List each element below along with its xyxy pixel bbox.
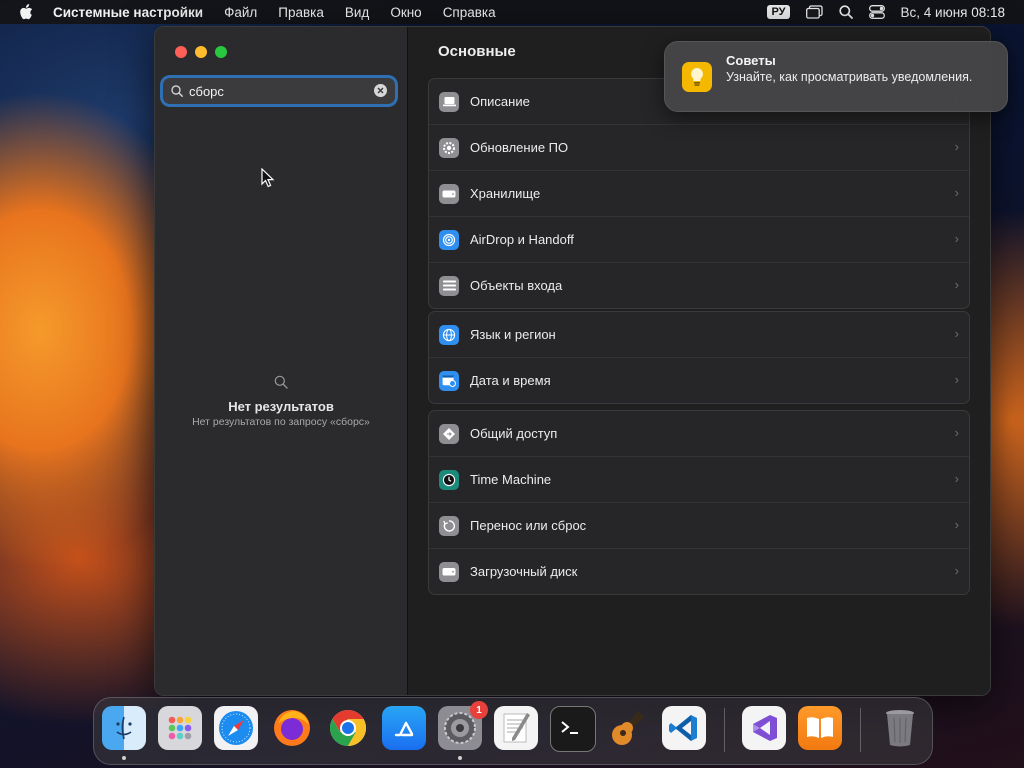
safari-icon[interactable] [214,706,258,750]
control-center-icon[interactable] [868,5,885,19]
row-label: Объекты входа [470,278,563,293]
notification-body: Узнайте, как просматривать уведомления. [726,70,973,84]
no-results-panel: Нет результатов Нет результатов по запро… [155,375,407,428]
menu-app-name[interactable]: Системные настройки [53,5,203,20]
menu-help[interactable]: Справка [443,5,496,20]
row-storage[interactable]: Хранилище › [429,170,969,216]
spotlight-search-icon[interactable] [838,5,853,19]
chevron-right-icon: › [954,563,959,578]
chrome-icon[interactable] [326,706,370,750]
chevron-right-icon: › [954,425,959,440]
chevron-right-icon: › [954,326,959,341]
sidebar: Нет результатов Нет результатов по запро… [155,27,408,695]
settings-group-locale: Язык и регион › Дата и время › [428,311,970,404]
terminal-icon[interactable] [550,706,596,752]
settings-group-general: Описание › Обновление ПО › Хранилище › [428,78,970,309]
dock: 1 [93,697,933,765]
list-icon [439,275,459,296]
drive-icon [439,183,459,204]
chevron-right-icon: › [954,231,959,246]
reset-icon [439,515,459,536]
row-login-items[interactable]: Объекты входа › [429,262,969,308]
mouse-pointer-icon [261,167,275,193]
tips-notification[interactable]: Советы Узнайте, как просматривать уведом… [664,41,1008,112]
row-label: Описание [470,94,530,109]
row-label: Язык и регион [470,327,556,342]
running-indicator [458,756,462,760]
menu-bar: Системные настройки Файл Правка Вид Окно… [0,0,1024,24]
clear-search-icon[interactable] [374,84,387,97]
row-transfer-reset[interactable]: Перенос или сброс › [429,502,969,548]
row-date-time[interactable]: Дата и время › [429,357,969,403]
menu-edit[interactable]: Правка [278,5,324,20]
chevron-right-icon: › [954,185,959,200]
firefox-icon[interactable] [270,706,314,750]
search-field[interactable] [163,78,395,104]
finder-icon[interactable] [102,706,146,750]
menu-clock[interactable]: Вс, 4 июня 08:18 [901,5,1005,20]
chevron-right-icon: › [954,139,959,154]
row-label: Хранилище [470,186,541,201]
globe-icon [439,324,459,345]
system-settings-icon[interactable]: 1 [438,701,488,750]
launchpad-icon[interactable] [158,706,202,750]
app-store-icon[interactable] [382,706,426,750]
notification-badge: 1 [470,701,488,719]
disk-icon [439,561,459,582]
gear-badge-icon [439,137,459,158]
row-label: Дата и время [470,373,551,388]
visual-studio-icon[interactable] [742,706,786,750]
menu-view[interactable]: Вид [345,5,369,20]
garageband-icon[interactable] [606,706,650,750]
search-input[interactable] [189,83,369,99]
calendar-clock-icon [439,370,459,391]
window-controls [175,46,227,58]
page-title: Основные [438,43,516,60]
books-icon[interactable] [798,706,842,750]
row-label: Обновление ПО [470,140,569,155]
trash-icon[interactable] [878,706,922,750]
textedit-icon[interactable] [494,706,538,750]
magnifier-icon [155,375,407,389]
menu-file[interactable]: Файл [224,5,257,20]
time-machine-icon [439,469,459,490]
system-settings-window: Нет результатов Нет результатов по запро… [154,26,991,696]
laptop-icon [439,91,459,112]
apple-menu-icon[interactable] [19,4,35,20]
zoom-button[interactable] [215,46,227,58]
vscode-icon[interactable] [662,706,706,750]
row-software-update[interactable]: Обновление ПО › [429,124,969,170]
sharing-icon [439,423,459,444]
row-label: Перенос или сброс [470,518,587,533]
stage-manager-icon[interactable] [805,5,823,19]
running-indicator [122,756,126,760]
dock-separator [724,708,725,752]
row-sharing[interactable]: Общий доступ › [429,411,969,456]
row-label: Time Machine [470,472,552,487]
row-startup-disk[interactable]: Загрузочный диск › [429,548,969,594]
chevron-right-icon: › [954,517,959,532]
menu-window[interactable]: Окно [390,5,421,20]
minimize-button[interactable] [195,46,207,58]
close-button[interactable] [175,46,187,58]
airdrop-icon [439,229,459,250]
chevron-right-icon: › [954,471,959,486]
dock-separator [860,708,861,752]
row-label: AirDrop и Handoff [470,232,574,247]
chevron-right-icon: › [954,277,959,292]
no-results-title: Нет результатов [228,399,334,414]
settings-group-system: Общий доступ › Time Machine › Перенос ил… [428,410,970,595]
chevron-right-icon: › [954,372,959,387]
input-source-badge[interactable]: РУ [767,5,790,19]
row-airdrop-handoff[interactable]: AirDrop и Handoff › [429,216,969,262]
row-time-machine[interactable]: Time Machine › [429,456,969,502]
search-icon [171,85,183,97]
row-label: Общий доступ [470,426,558,441]
settings-content: Основные Описание › Обновление ПО › [408,27,990,695]
no-results-subtitle: Нет результатов по запросу «сборс» [192,416,370,428]
row-language-region[interactable]: Язык и регион › [429,312,969,357]
row-label: Загрузочный диск [470,564,578,579]
notification-title: Советы [726,53,776,68]
lightbulb-icon [682,62,712,92]
